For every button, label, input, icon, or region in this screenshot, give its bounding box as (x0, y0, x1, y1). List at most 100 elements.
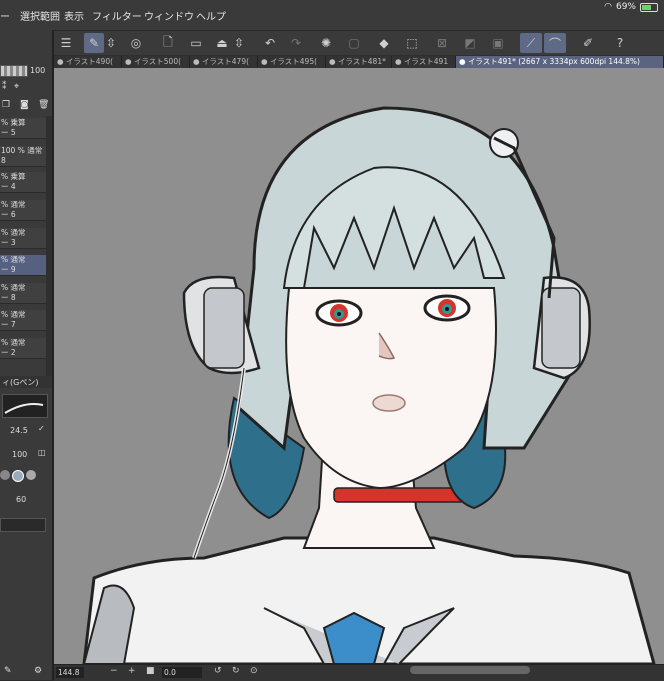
redo-icon[interactable]: ↷ (286, 33, 306, 53)
menu-item-view[interactable]: 表示 (64, 8, 84, 23)
menu-item-filter[interactable]: フィルター (92, 8, 142, 23)
command-bar: ☰ ✎ ⇳ ◎ 🗋 ▭ ⏏ ⇳ ↶ ↷ ✺ ▢ ◆ ⬚ ⊠ ◩ ▣ ⟋ ⌒ ✐ … (54, 30, 664, 55)
layer-panel: 100 ⁑ ⌖ ❐ ◙ 🗑 % 乗算ー 5 100 % 通常 8 % 乗算ー 4 … (0, 30, 54, 680)
tool-name: ィ(Gペン) (2, 378, 39, 387)
zoom-input[interactable]: 144.8 (56, 667, 84, 678)
tab-close-icon[interactable]: ● (459, 57, 468, 66)
canvas-tabs: ● イラスト490( ● イラスト500( ● イラスト479( ● イラスト4… (54, 55, 664, 68)
undo-icon[interactable]: ↶ (260, 33, 280, 53)
menu-item-window[interactable]: ウィンドウ (144, 8, 194, 23)
layer-row[interactable]: % 通常ー 3 (0, 228, 46, 249)
tab-label: イラスト491* (2667 x 3334px 600dpi 144.8%) (467, 57, 640, 66)
layer-row[interactable]: % 通常ー 6 (0, 200, 46, 221)
tab-canvas-6[interactable]: ● イラスト491 (392, 56, 456, 68)
battery-percent: 69% (615, 2, 636, 12)
curve-snap-icon[interactable]: ⌒ (544, 33, 566, 53)
brush-size-slider[interactable] (0, 65, 28, 77)
trash-icon[interactable]: 🗑 (38, 100, 49, 110)
tab-canvas-active[interactable]: ● イラスト491* (2667 x 3334px 600dpi 144.8%) (456, 56, 664, 68)
tab-canvas-3[interactable]: ● イラスト479( (190, 56, 258, 68)
crop-icon[interactable]: ▣ (488, 33, 508, 53)
menu-item-help[interactable]: ヘルプ (196, 8, 226, 23)
save-icon[interactable]: ⏏ (212, 33, 232, 53)
menu-item-edit[interactable]: ー (0, 8, 10, 23)
blend-mode-icon[interactable]: ⁑ (2, 82, 7, 92)
clear-icon[interactable]: ▢ (344, 33, 364, 53)
fit-icon[interactable]: ■ (146, 666, 155, 676)
zoom-in-icon[interactable]: + (128, 666, 136, 676)
layer-name: 8 (1, 156, 6, 165)
settings-icon[interactable]: ⚙ (34, 666, 42, 676)
rotate-right-icon[interactable]: ↻ (232, 666, 240, 676)
tab-canvas-2[interactable]: ● イラスト500( (122, 56, 190, 68)
rotation-input[interactable]: 0.0 (162, 667, 202, 678)
eyedropper-icon[interactable]: ✎ (4, 666, 12, 676)
canvas-footer: 144.8 − + ■ 0.0 ↺ ↻ ⊙ (54, 664, 664, 681)
layer-row[interactable]: 100 % 通常 8 (0, 146, 46, 167)
layer-blend: % 通常 (1, 228, 26, 237)
tab-close-icon[interactable]: ● (193, 57, 202, 66)
tab-close-icon[interactable]: ● (395, 57, 404, 66)
reset-rotation-icon[interactable]: ⊙ (250, 666, 258, 676)
layer-blend: % 乗算 (1, 172, 26, 181)
aa-none-icon[interactable] (0, 470, 10, 480)
layer-name: ー 3 (1, 238, 16, 247)
tab-canvas-4[interactable]: ● イラスト495( (258, 56, 326, 68)
loading-icon[interactable]: ✺ (316, 33, 336, 53)
menu-icon[interactable]: ☰ (56, 33, 76, 53)
invert-icon[interactable]: ◩ (460, 33, 480, 53)
layer-row[interactable]: % 通常ー 7 (0, 310, 46, 331)
rotate-left-icon[interactable]: ↺ (214, 666, 222, 676)
layer-mask-icon[interactable]: ⌖ (14, 82, 19, 92)
opacity-value[interactable]: 100 (12, 450, 27, 459)
new-canvas-icon[interactable]: 🗋 (158, 33, 178, 53)
tab-close-icon[interactable]: ● (261, 57, 270, 66)
deselect-icon[interactable]: ⊠ (432, 33, 452, 53)
layer-name: ー 8 (1, 293, 16, 302)
brush-size-stepper-icon[interactable]: ✓ (38, 424, 45, 433)
tab-close-icon[interactable]: ● (125, 57, 134, 66)
layer-scrollbar[interactable] (46, 116, 52, 386)
tool-property-header: ィ(Gペン) (0, 376, 52, 388)
brush-preview (2, 394, 48, 418)
aa-strong-icon[interactable] (26, 470, 36, 480)
layer-row-selected[interactable]: % 通常ー 9 (0, 255, 46, 276)
mask-icon[interactable]: ◙ (20, 100, 29, 110)
open-folder-icon[interactable]: ▭ (186, 33, 206, 53)
layer-row[interactable]: % 乗算ー 4 (0, 172, 46, 193)
pen-pressure-icon[interactable]: ✐ (578, 33, 598, 53)
drawing-canvas[interactable] (54, 68, 664, 664)
ruler-snap-icon[interactable]: ⟋ (520, 33, 542, 53)
fill-icon[interactable]: ◆ (374, 33, 394, 53)
opacity-stepper-icon[interactable]: ◫ (38, 448, 46, 457)
stabilizer-slider[interactable] (0, 518, 46, 532)
layer-row[interactable]: % 通常ー 8 (0, 283, 46, 304)
layer-blend: % 通常 (1, 283, 26, 292)
layer-row[interactable]: % 通常ー 2 (0, 338, 46, 359)
tab-canvas-5[interactable]: ● イラスト481* (326, 56, 392, 68)
select-tool-icon[interactable]: ✎ (84, 33, 104, 53)
chevron-up-down-icon-2[interactable]: ⇳ (234, 33, 244, 53)
brush-size-top-value[interactable]: 100 (30, 66, 45, 75)
help-icon[interactable]: ? (610, 33, 630, 53)
zoom-out-icon[interactable]: − (110, 666, 118, 676)
layer-blend: % 乗算 (1, 118, 26, 127)
canvas-horizontal-scrollbar[interactable] (410, 666, 530, 674)
layer-icon[interactable]: ◎ (126, 33, 146, 53)
chevron-up-down-icon[interactable]: ⇳ (106, 33, 116, 53)
tab-label: イラスト481* (337, 57, 386, 66)
transform-icon[interactable]: ⬚ (402, 33, 422, 53)
layer-blend: % 通常 (1, 200, 26, 209)
new-layer-icon[interactable]: ❐ (2, 100, 10, 110)
menu-item-selection[interactable]: 選択範囲 (20, 8, 60, 23)
stabilizer-value[interactable]: 60 (16, 495, 26, 504)
tab-close-icon[interactable]: ● (329, 57, 338, 66)
layer-name: ー 7 (1, 320, 16, 329)
aa-weak-icon[interactable] (12, 470, 24, 482)
layer-row[interactable]: % 乗算ー 5 (0, 118, 46, 139)
tab-label: イラスト490( (65, 57, 114, 66)
tab-canvas-1[interactable]: ● イラスト490( (54, 56, 122, 68)
tab-close-icon[interactable]: ● (57, 57, 66, 66)
tab-label: イラスト491 (403, 57, 449, 66)
brush-size-value[interactable]: 24.5 (10, 426, 28, 435)
